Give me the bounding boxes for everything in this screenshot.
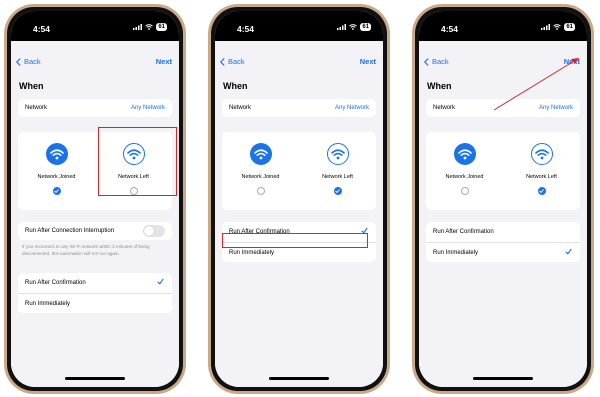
tutorial-stage: 4:54 61 Back Next When Network Any Netwo… — [0, 0, 600, 397]
arrow-to-next — [493, 57, 580, 111]
